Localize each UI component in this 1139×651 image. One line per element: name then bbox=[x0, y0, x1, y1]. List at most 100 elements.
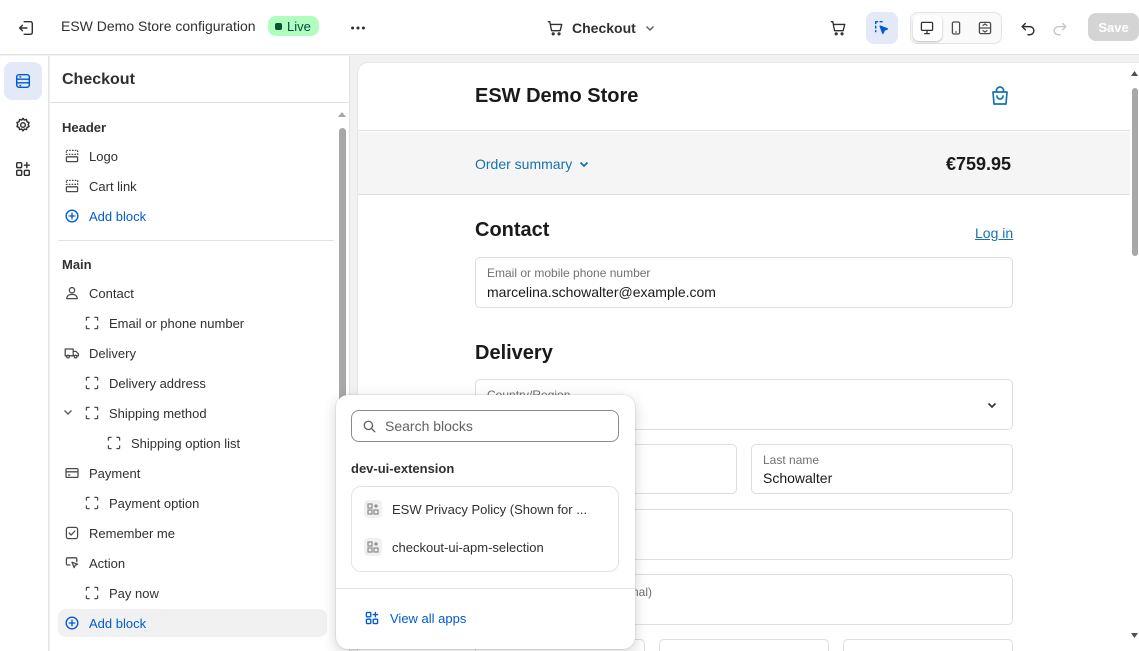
main-block-shipping-option-list[interactable]: Shipping option list bbox=[58, 429, 327, 457]
scroll-up-arrow-icon[interactable] bbox=[337, 110, 347, 120]
truck-icon bbox=[63, 344, 81, 362]
inspector-button[interactable] bbox=[866, 12, 898, 44]
top-bar: ESW Demo Store configuration Live Checko… bbox=[0, 0, 1139, 55]
block-option-label: checkout-ui-apm-selection bbox=[392, 539, 544, 555]
apps-icon[interactable] bbox=[4, 150, 42, 188]
main-block-remember-me[interactable]: Remember me bbox=[58, 519, 327, 547]
undo-icon[interactable] bbox=[1012, 12, 1044, 44]
order-summary-toggle[interactable]: Order summary bbox=[475, 156, 590, 172]
checkbox-icon bbox=[63, 524, 81, 542]
more-actions-icon[interactable] bbox=[344, 14, 372, 42]
cart-icon bbox=[830, 21, 846, 36]
main-section-title: Main bbox=[62, 257, 92, 272]
email-field[interactable]: Email or mobile phone number marcelina.s… bbox=[475, 257, 1013, 308]
add-block-label: Add block bbox=[89, 208, 147, 224]
divider bbox=[50, 102, 349, 103]
main-block-email-or-phone[interactable]: Email or phone number bbox=[58, 309, 327, 337]
block-label: Remember me bbox=[89, 525, 175, 541]
left-rail bbox=[0, 56, 49, 651]
select-cursor-icon bbox=[874, 20, 889, 35]
apartment-optional-label: nal) bbox=[632, 585, 653, 599]
app-block-icon bbox=[364, 538, 382, 556]
main-block-shipping-method[interactable]: Shipping method bbox=[58, 399, 327, 427]
main-add-block-button[interactable]: Add block bbox=[58, 609, 327, 637]
cart-icon bbox=[546, 19, 564, 37]
main-block-payment-option[interactable]: Payment option bbox=[58, 489, 327, 517]
sections-icon[interactable] bbox=[4, 62, 42, 100]
fullscreen-view-icon[interactable] bbox=[970, 15, 999, 41]
chevron-down-icon[interactable] bbox=[62, 406, 74, 418]
order-summary-bar: Order summary €759.95 bbox=[358, 132, 1139, 195]
main-block-delivery[interactable]: Delivery bbox=[58, 339, 327, 367]
main-block-contact[interactable]: Contact bbox=[58, 279, 327, 307]
credit-card-icon bbox=[63, 464, 81, 482]
block-label: Cart link bbox=[89, 178, 137, 194]
block-label: Shipping method bbox=[109, 405, 207, 421]
store-name[interactable]: ESW Demo Store bbox=[475, 85, 638, 108]
block-label: Pay now bbox=[109, 585, 159, 601]
main-block-delivery-address[interactable]: Delivery address bbox=[58, 369, 327, 397]
header-block-logo[interactable]: Logo bbox=[58, 142, 327, 170]
mobile-view-icon[interactable] bbox=[942, 15, 971, 41]
live-status-badge: Live bbox=[268, 16, 319, 36]
panel-title: Checkout bbox=[62, 71, 135, 88]
live-status-label: Live bbox=[287, 18, 311, 34]
block-icon bbox=[83, 374, 101, 392]
header-section-title: Header bbox=[62, 120, 107, 135]
chevron-down-icon bbox=[986, 399, 998, 411]
header-block-cart-link[interactable]: Cart link bbox=[58, 172, 327, 200]
log-in-link[interactable]: Log in bbox=[975, 225, 1013, 241]
last-name-field[interactable]: Last name Schowalter bbox=[751, 444, 1013, 494]
desktop-view-icon[interactable] bbox=[913, 15, 942, 41]
block-label: Logo bbox=[89, 148, 118, 164]
add-block-popover: Search blocks dev-ui-extension ESW Priva… bbox=[336, 395, 635, 649]
main-block-payment[interactable]: Payment bbox=[58, 459, 327, 487]
block-icon bbox=[83, 494, 101, 512]
panel-scrollbar[interactable] bbox=[339, 128, 346, 408]
city-field[interactable] bbox=[659, 639, 829, 651]
app-block-icon bbox=[364, 500, 382, 518]
block-icon bbox=[83, 404, 101, 422]
block-label: Shipping option list bbox=[131, 435, 241, 451]
order-summary-label: Order summary bbox=[475, 156, 573, 172]
block-option-privacy-policy[interactable]: ESW Privacy Policy (Shown for ... bbox=[364, 498, 612, 520]
block-label: Delivery bbox=[89, 345, 136, 361]
block-option-label: ESW Privacy Policy (Shown for ... bbox=[392, 501, 588, 517]
page-selector-label: Checkout bbox=[572, 20, 636, 36]
view-all-apps-link[interactable]: View all apps bbox=[364, 610, 466, 626]
cursor-icon bbox=[63, 554, 81, 572]
block-label: Payment bbox=[89, 465, 141, 481]
block-option-apm-selection[interactable]: checkout-ui-apm-selection bbox=[364, 536, 612, 558]
person-icon bbox=[63, 284, 81, 302]
main-block-pay-now[interactable]: Pay now bbox=[58, 579, 327, 607]
search-placeholder: Search blocks bbox=[385, 418, 473, 434]
block-label: Payment option bbox=[109, 495, 200, 511]
chevron-down-icon bbox=[578, 158, 590, 170]
live-dot-icon bbox=[275, 22, 282, 30]
cart-preview-button[interactable] bbox=[822, 12, 854, 44]
preview-scrollbar[interactable] bbox=[1132, 88, 1138, 256]
redo-icon[interactable] bbox=[1044, 12, 1076, 44]
shopping-bag-icon[interactable] bbox=[989, 85, 1011, 107]
exit-icon[interactable] bbox=[12, 14, 40, 42]
apps-icon bbox=[364, 610, 380, 626]
plus-circle-icon bbox=[63, 207, 81, 225]
last-name-label: Last name bbox=[763, 453, 820, 467]
search-blocks-input[interactable]: Search blocks bbox=[351, 410, 619, 442]
settings-gear-icon[interactable] bbox=[4, 106, 42, 144]
block-icon bbox=[83, 314, 101, 332]
contact-heading: Contact bbox=[475, 219, 550, 241]
block-icon bbox=[105, 434, 123, 452]
region-field[interactable] bbox=[843, 639, 1013, 651]
sections-panel: Checkout Header Logo Cart link Add block… bbox=[50, 56, 350, 651]
main-block-action[interactable]: Action bbox=[58, 549, 327, 577]
block-label: Action bbox=[89, 555, 126, 571]
block-label: Delivery address bbox=[109, 375, 206, 391]
block-label: Contact bbox=[89, 285, 134, 301]
last-name-value: Schowalter bbox=[763, 470, 833, 486]
page-selector[interactable]: Checkout bbox=[546, 14, 656, 42]
header-add-block-button[interactable]: Add block bbox=[58, 202, 327, 230]
device-toggle bbox=[910, 12, 1002, 44]
email-field-value: marcelina.schowalter@example.com bbox=[487, 284, 716, 300]
save-button[interactable]: Save bbox=[1088, 13, 1139, 41]
